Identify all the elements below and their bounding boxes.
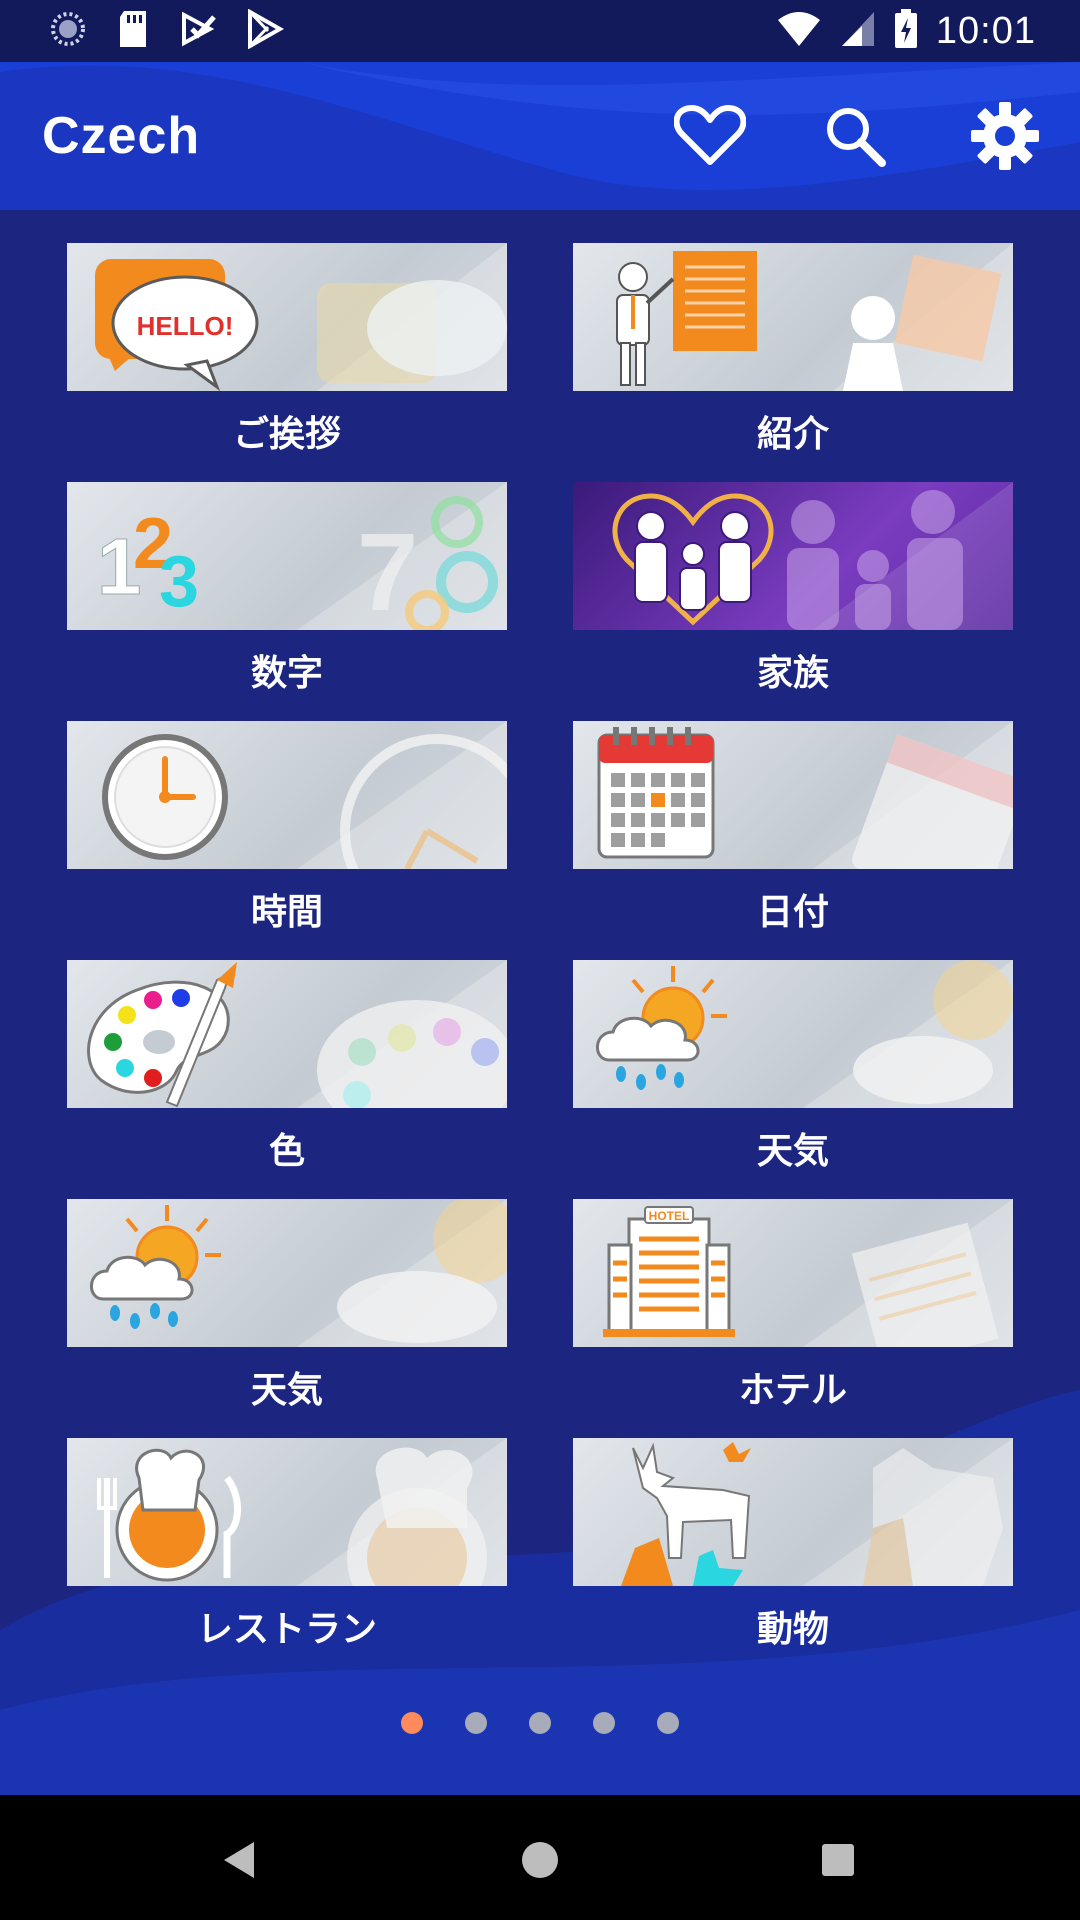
category-label: レストラン	[196, 1609, 377, 1650]
navigation-bar	[0, 1795, 1080, 1920]
thumbnail	[67, 1199, 507, 1347]
category-tile-weather[interactable]: 天気	[573, 960, 1013, 1190]
category-tile-restaurant[interactable]: レストラン	[67, 1438, 507, 1668]
category-tile-introduction[interactable]: 紹介	[573, 243, 1013, 473]
recents-square-icon	[822, 1844, 854, 1876]
presenter-board-icon	[616, 243, 1013, 391]
category-label: 動物	[756, 1609, 829, 1650]
hello-text: HELLO!	[137, 311, 234, 341]
sun-cloud-rain-icon	[596, 960, 1013, 1108]
home-button[interactable]	[505, 1825, 575, 1895]
signal-icon	[840, 10, 876, 52]
thumbnail	[573, 243, 1013, 391]
category-label: 紹介	[756, 414, 829, 455]
thumbnail	[67, 1438, 507, 1586]
category-tile-family[interactable]: 家族	[573, 482, 1013, 712]
category-label: 色	[268, 1131, 305, 1172]
page-dot-4[interactable]	[593, 1712, 615, 1734]
thumbnail: HOTEL	[573, 1199, 1013, 1347]
sync-icon	[48, 9, 88, 53]
search-icon	[827, 108, 886, 167]
category-label: 数字	[250, 653, 323, 694]
thumbnail	[573, 721, 1013, 869]
page-dot-1[interactable]	[401, 1712, 423, 1734]
hello-speech-bubble-icon: HELLO!	[95, 243, 507, 391]
category-tile-date[interactable]: 日付	[573, 721, 1013, 951]
download-check-icon	[178, 9, 218, 53]
chef-plate-icon	[97, 1438, 507, 1586]
status-bar: 10:01	[0, 0, 1080, 62]
page-dot-5[interactable]	[657, 1712, 679, 1734]
gear-icon	[971, 102, 1039, 170]
wifi-icon	[776, 10, 822, 52]
category-label: 天気	[250, 1370, 323, 1411]
clock-icon	[102, 721, 507, 869]
calendar-icon	[597, 721, 1013, 869]
thumbnail: HELLO!	[67, 243, 507, 391]
paint-palette-icon	[87, 960, 507, 1108]
battery-charging-icon	[894, 9, 918, 53]
animals-icon	[621, 1438, 1013, 1586]
thumbnail	[573, 960, 1013, 1108]
family-heart-icon	[612, 482, 1013, 630]
hotel-building-icon: HOTEL	[603, 1199, 1013, 1347]
play-store-icon	[246, 8, 285, 53]
category-tile-weather-2[interactable]: 天気	[67, 1199, 507, 1429]
home-circle-icon	[522, 1842, 558, 1878]
numbers-123-icon: 7 1 2 3	[97, 482, 507, 630]
category-tile-numbers[interactable]: 7 1 2 3 数字	[67, 482, 507, 712]
page-indicator	[0, 1712, 1080, 1734]
back-button[interactable]	[205, 1825, 275, 1895]
digit-three: 3	[159, 542, 199, 622]
category-label: 日付	[756, 892, 829, 933]
thumbnail	[67, 960, 507, 1108]
page-dot-3[interactable]	[529, 1712, 551, 1734]
sd-card-icon	[116, 9, 150, 53]
hotel-sign-text: HOTEL	[649, 1209, 690, 1223]
category-tile-greetings[interactable]: HELLO! ご挨拶	[67, 243, 507, 473]
recents-button[interactable]	[803, 1825, 873, 1895]
page-dot-2[interactable]	[465, 1712, 487, 1734]
heart-icon	[674, 105, 746, 165]
thumbnail	[67, 721, 507, 869]
search-button[interactable]	[815, 96, 895, 176]
app-title: Czech	[42, 107, 201, 165]
category-tile-hotel[interactable]: HOTEL ホテル	[573, 1199, 1013, 1429]
category-label: 時間	[250, 892, 323, 933]
category-content: HELLO! ご挨拶 紹介 7 1 2 3 数字 家族 時間 日付 色 天気 天…	[0, 210, 1080, 1795]
back-triangle-icon	[224, 1842, 254, 1878]
category-tile-colors[interactable]: 色	[67, 960, 507, 1190]
thumbnail: 7 1 2 3	[67, 482, 507, 630]
category-label: ご挨拶	[232, 414, 341, 455]
sun-cloud-rain-icon	[90, 1199, 507, 1347]
thumbnail	[573, 482, 1013, 630]
status-time: 10:01	[935, 9, 1036, 52]
category-label: 天気	[756, 1131, 829, 1172]
category-tile-time[interactable]: 時間	[67, 721, 507, 951]
settings-button[interactable]	[965, 96, 1045, 176]
category-tile-animals[interactable]: 動物	[573, 1438, 1013, 1668]
category-label: 家族	[756, 653, 829, 694]
favorites-button[interactable]	[670, 96, 750, 176]
thumbnail	[573, 1438, 1013, 1586]
category-label: ホテル	[738, 1370, 847, 1411]
app-bar: Czech	[0, 62, 1080, 210]
